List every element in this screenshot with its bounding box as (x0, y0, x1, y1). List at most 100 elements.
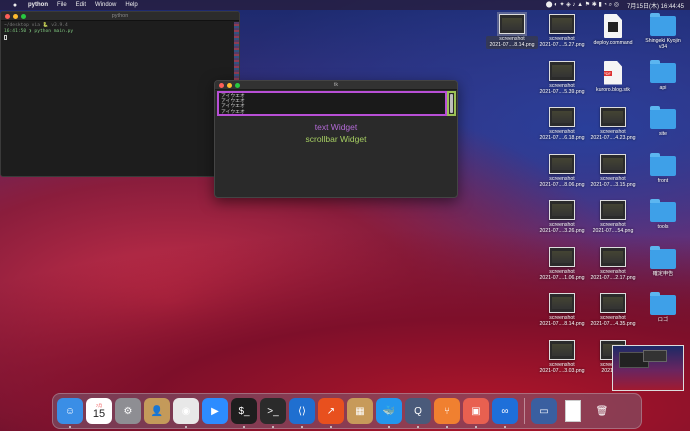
desktop-item-label: screenshot 2021-07....4.23.png (590, 129, 636, 142)
terminal-titlebar[interactable]: python (1, 12, 239, 21)
sourcetree-glyph: ⑂ (444, 405, 450, 417)
infinity-glyph: ∞ (501, 405, 509, 417)
desktop-item-label: screenshot 2021-07....4.35.png (590, 315, 636, 328)
desktop-item[interactable]: screenshot 2021-07....4.35.png (587, 293, 639, 328)
desktop-item[interactable]: 確定申告 (637, 245, 689, 277)
folder-icon (650, 13, 676, 36)
calendar-icon[interactable]: 7月 15 (86, 398, 112, 424)
desktop-item-label: 確定申告 (652, 270, 674, 277)
desktop-item[interactable]: screenshot 2021-07....6.18.png (536, 107, 588, 142)
tk-titlebar[interactable]: tk (215, 81, 457, 90)
preview-icon[interactable]: ▣ (463, 398, 489, 428)
dock-separator (524, 398, 525, 424)
desktop-item[interactable]: screenshot 2021-07....4.23.png (587, 107, 639, 142)
desktop-item-label: screenshot 2021-07....8.14.png (486, 36, 538, 49)
document-glyph (565, 400, 581, 422)
desktop-item[interactable]: screenshot 2021-07....3.15.png (587, 153, 639, 189)
running-indicator (243, 426, 245, 428)
menu-help[interactable]: Help (125, 2, 137, 8)
running-indicator (388, 426, 390, 428)
desktop-item[interactable]: api (637, 59, 689, 91)
contacts-glyph: 👤 (150, 405, 164, 417)
text-widget-label: text Widget (314, 122, 358, 132)
desktop-item[interactable]: deploy.command (587, 14, 639, 46)
clock[interactable]: 7月15日(木) 16:44:45 (627, 1, 684, 10)
desktop-item[interactable]: ロゴ (637, 292, 689, 323)
running-indicator (504, 426, 506, 428)
menu-file[interactable]: File (57, 2, 67, 8)
screenshot-app-icon[interactable]: ▭ (531, 398, 557, 424)
desktop-item-label: api (659, 84, 667, 91)
screenshot-file-icon (600, 200, 626, 220)
menu-window[interactable]: Window (95, 2, 116, 8)
vscode-glyph: ⟨⟩ (298, 405, 306, 417)
screenshot-file-icon (549, 200, 575, 220)
tk-window[interactable]: tk アイウエオ アイウエオ アイウエオ アイウエオ text Widget s… (214, 80, 458, 198)
analytics-icon[interactable]: ↗ (318, 398, 344, 428)
desktop-item[interactable]: front (637, 152, 689, 184)
desktop-item[interactable]: screenshot 2021-07....5.27.png (536, 14, 588, 49)
desktop-item[interactable]: kuroro.blog.stk (587, 60, 639, 93)
desktop-item-label: kuroro.blog.stk (595, 86, 631, 93)
desktop-item[interactable]: screenshot 2021-07....8.06.png (536, 153, 588, 189)
desktop-item[interactable]: screenshot 2021-07....2.17.png (587, 246, 639, 282)
desktop-item-label: screenshot 2021-07....2.17.png (590, 268, 636, 281)
status-icons[interactable]: ⬤ ◐ ✦ ◈ ♪ ▲ ⚑ ✱ ▮ ◔ ⌕ ◎ (546, 1, 619, 9)
zoom-icon[interactable]: ▶ (202, 398, 228, 424)
menu-edit[interactable]: Edit (76, 2, 86, 8)
desktop-item-selected[interactable]: screenshot 2021-07....8.14.png (486, 12, 538, 49)
desktop-item[interactable]: screenshot 2021-07....1.06.png (536, 246, 588, 282)
desktop-item-label: screenshot 2021-07....6.18.png (539, 129, 585, 142)
desktop-item[interactable]: screenshot 2021-07....5.39.png (536, 60, 588, 96)
folder-icon (650, 106, 676, 129)
terminal-title: python (111, 13, 129, 19)
iterm-glyph: $_ (238, 405, 250, 417)
desktop-item[interactable]: site (637, 106, 689, 137)
system-preferences-glyph: ⚙ (123, 405, 133, 417)
screenshot-file-icon (600, 107, 626, 127)
vscode-icon[interactable]: ⟨⟩ (289, 398, 315, 428)
running-indicator (417, 426, 419, 428)
menu-app-python[interactable]: python (28, 2, 48, 8)
scrollbar-thumb[interactable] (450, 94, 453, 113)
contacts-icon[interactable]: 👤 (144, 398, 170, 424)
terminal-window[interactable]: python ~/desktop via 🐍 v3.9.4 16:41:50 ❯… (0, 11, 240, 177)
chrome-icon[interactable]: ◉ (173, 398, 199, 428)
archive-icon[interactable]: ▦ (347, 398, 373, 424)
folder-icon (650, 245, 676, 269)
apple-icon[interactable]: ● (10, 2, 20, 9)
finder-glyph: ☺ (64, 405, 76, 417)
desktop-item-label: screenshot 2021-07....1.06.png (539, 268, 585, 281)
document-icon[interactable] (560, 398, 586, 424)
desktop-item[interactable]: screenshot 2021-07....8.14.png (536, 293, 588, 328)
screenshot-preview-thumbnail[interactable] (612, 345, 684, 391)
system-preferences-icon[interactable]: ⚙ (115, 398, 141, 424)
desktop-item-label: screenshot 2021-07....54.png (592, 222, 634, 235)
desktop-item[interactable]: screenshot 2021-07....54.png (587, 200, 639, 235)
desktop-item[interactable]: Shingeki Kyojin v34 (637, 13, 689, 51)
infinity-icon[interactable]: ∞ (492, 398, 518, 428)
iterm-icon[interactable]: $_ (231, 398, 257, 428)
sourcetree-icon[interactable]: ⑂ (434, 398, 460, 428)
dock: ☺ 7月 15 ⚙ 👤 ◉ ▶ $_ >_ ⟨⟩ ↗ ▦ 🐳 Q ⑂ ▣ ∞ ▭ 🗑 (52, 393, 642, 429)
desktop-item-label: ロゴ (657, 317, 669, 323)
terminal-icon[interactable]: >_ (260, 398, 286, 428)
scrollbar-widget[interactable] (447, 91, 456, 116)
text-widget[interactable]: アイウエオ アイウエオ アイウエオ アイウエオ (217, 91, 447, 116)
folder-icon (650, 292, 676, 315)
screenshot-file-icon (549, 293, 575, 313)
desktop-item[interactable]: screenshot 2021-07....3.26.png (536, 200, 588, 235)
screenshot-file-icon (549, 60, 575, 81)
trash-icon[interactable]: 🗑 (589, 398, 615, 424)
terminal-output[interactable]: ~/desktop via 🐍 v3.9.4 16:41:50 ❯ python… (1, 21, 239, 45)
folder-icon (650, 199, 676, 222)
desktop-item[interactable]: screenshot 2021-07....3.03.png (536, 339, 588, 375)
docker-glyph: 🐳 (382, 405, 396, 417)
desktop-item-label: screenshot 2021-07....5.27.png (539, 36, 585, 49)
docker-icon[interactable]: 🐳 (376, 398, 402, 428)
quicktime-icon[interactable]: Q (405, 398, 431, 428)
archive-glyph: ▦ (355, 405, 365, 417)
quicktime-glyph: Q (414, 405, 422, 417)
finder-icon[interactable]: ☺ (57, 398, 83, 428)
desktop-item[interactable]: tools (637, 199, 689, 230)
